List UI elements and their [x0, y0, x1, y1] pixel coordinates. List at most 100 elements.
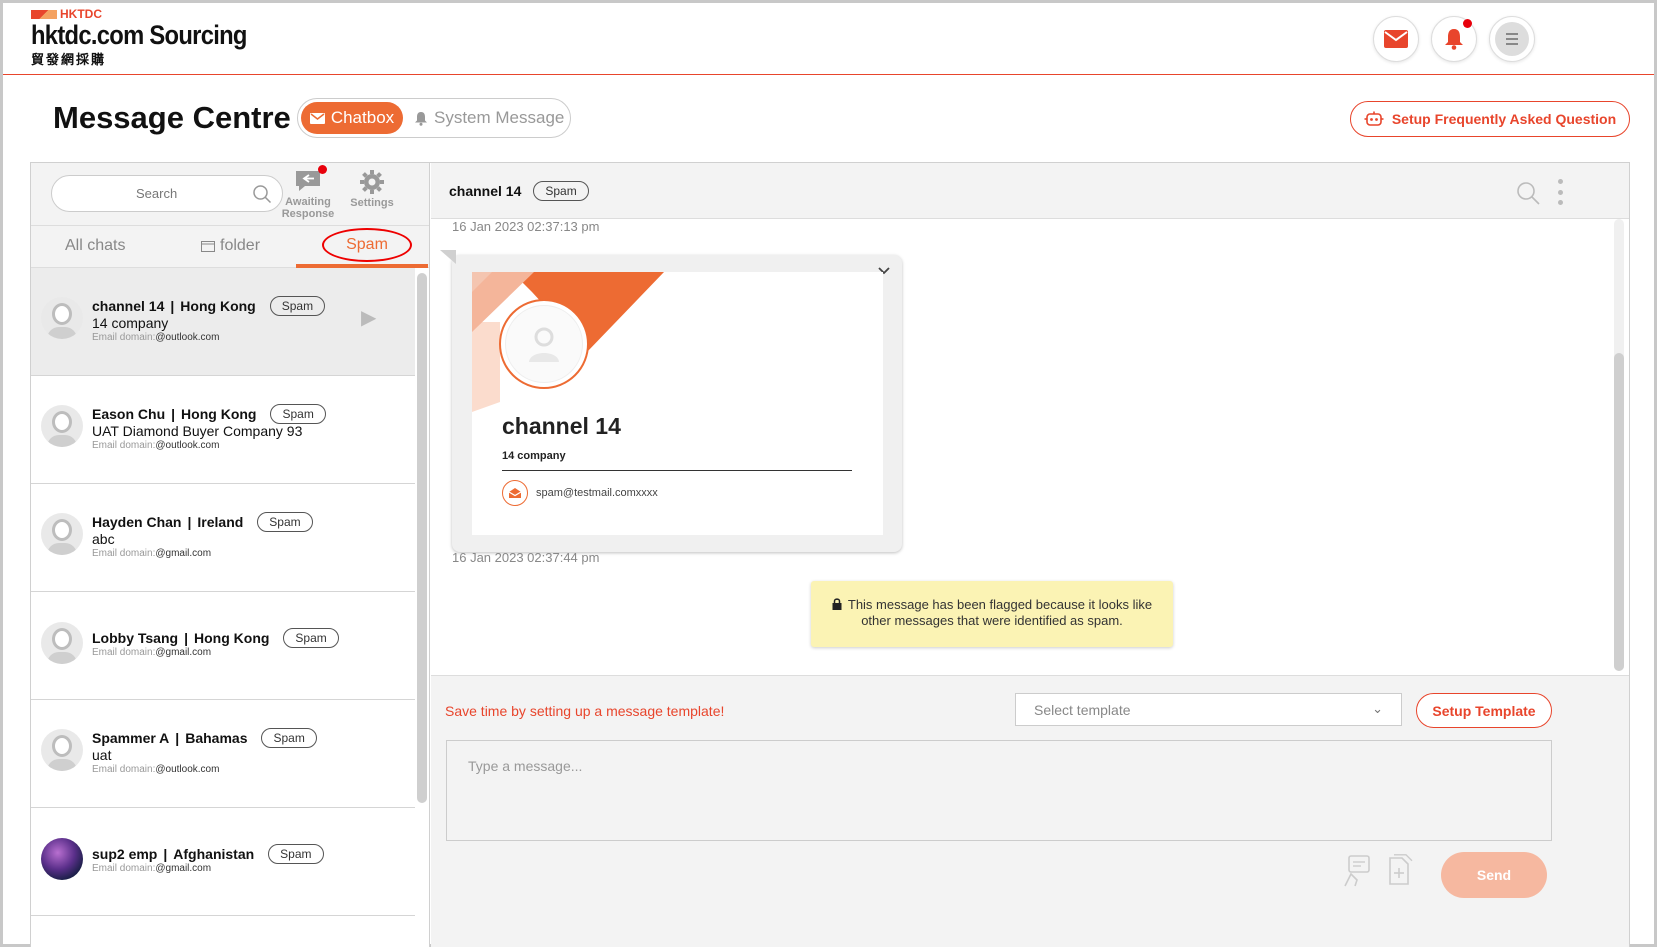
chat-row[interactable]: Eason Chu | Hong Kong Spam UAT Diamond Buye… [31, 376, 415, 484]
card-request-icon[interactable] [1343, 854, 1373, 888]
search-placeholder: Search [136, 186, 178, 201]
brand-name: hktdc.com Sourcing [31, 20, 247, 50]
chat-company: uat [92, 747, 112, 763]
chat-country: Bahamas [185, 730, 248, 746]
user-icon [529, 327, 559, 362]
hamburger-icon [1495, 22, 1529, 56]
chat-company: abc [92, 531, 115, 547]
settings-label: Settings [350, 197, 394, 209]
chat-row[interactable]: sup2 emp | Afghanistan Spam Email domain:@g… [31, 808, 415, 916]
system-message-label: System Message [434, 108, 565, 127]
setup-template-button[interactable]: Setup Template [1416, 693, 1552, 728]
reply-bubble-icon [296, 171, 320, 191]
setup-faq-button[interactable]: Setup Frequently Asked Question [1350, 101, 1630, 137]
search-icon[interactable] [252, 184, 272, 204]
card-name: channel 14 [502, 413, 621, 439]
chat-list: channel 14 | Hong Kong Spam 14 company Emai… [31, 268, 415, 947]
menu-button[interactable] [1489, 16, 1535, 62]
search-input[interactable]: Search [51, 175, 283, 212]
mail-open-icon [502, 480, 528, 506]
tab-all-chats[interactable]: All chats [65, 237, 125, 255]
setup-faq-label: Setup Frequently Asked Question [1391, 111, 1617, 127]
avatar [41, 405, 83, 447]
message-input[interactable]: Type a message... [446, 740, 1552, 841]
chat-name: Spammer A [92, 730, 170, 746]
spam-badge: Spam [257, 512, 313, 532]
chat-row[interactable]: Spammer A | Bahamas Spam uat Email domain:@… [31, 700, 415, 808]
chatbox-label: Chatbox [330, 108, 395, 127]
gear-icon [360, 170, 384, 194]
message-panel: Search Awaiting Response Settings All ch… [30, 162, 1630, 947]
chat-panel: channel 14 Spam 16 Jan 2023 02:37:13 pm [431, 163, 1629, 947]
view-toggle: Chatbox System Message [297, 98, 571, 138]
system-message-toggle[interactable]: System Message [414, 102, 564, 134]
template-select-value: Select template [1034, 702, 1131, 718]
robot-icon [1364, 111, 1384, 126]
chat-list-scrollbar[interactable] [417, 273, 427, 803]
top-header: HKTDC hktdc.com Sourcing 貿發網採購 [3, 3, 1654, 75]
chat-email: Email domain:@outlook.com [92, 440, 220, 451]
chat-name: sup2 emp [92, 846, 158, 862]
message-timestamp: 16 Jan 2023 02:37:44 pm [452, 550, 600, 565]
chat-email: Email domain:@outlook.com [92, 764, 220, 775]
brand-sub: 貿發網採購 [31, 52, 107, 67]
bell-icon [415, 111, 427, 126]
mail-icon [1384, 30, 1408, 48]
spam-badge: Spam [261, 728, 317, 748]
tab-spam-highlight: Spam [322, 228, 412, 262]
chat-company: 14 company [92, 315, 169, 331]
mail-button[interactable] [1373, 16, 1419, 62]
chat-row[interactable]: Lobby Tsang | Hong Kong Spam Email domain:@… [31, 592, 415, 700]
folder-icon [201, 240, 215, 252]
message-composer: Save time by setting up a message templa… [431, 675, 1629, 947]
search-icon[interactable] [1516, 181, 1540, 205]
chat-row[interactable]: Hayden Chan | Ireland Spam abc Email domain… [31, 484, 415, 592]
spam-badge: Spam [268, 844, 324, 864]
tab-spam[interactable]: Spam [296, 226, 428, 268]
tab-spam-label: Spam [346, 236, 388, 253]
chat-country: Ireland [197, 514, 244, 530]
add-file-icon[interactable] [1386, 854, 1416, 888]
more-options-icon[interactable] [1555, 179, 1565, 205]
template-hint: Save time by setting up a message templa… [445, 703, 725, 719]
chat-country: Hong Kong [194, 630, 270, 646]
avatar [41, 729, 83, 771]
chat-email: Email domain:@outlook.com [92, 332, 220, 343]
chat-name: Eason Chu [92, 406, 166, 422]
awaiting-response-button[interactable]: Awaiting Response [281, 165, 335, 220]
settings-button[interactable]: Settings [349, 169, 395, 209]
notification-button[interactable] [1431, 16, 1477, 62]
chat-email: Email domain:@gmail.com [92, 548, 212, 559]
avatar [41, 513, 83, 555]
tab-folder[interactable]: folder [201, 237, 260, 255]
card-company: 14 company [502, 450, 566, 462]
avatar [41, 297, 83, 339]
send-button[interactable]: Send [1441, 852, 1547, 898]
card-avatar [499, 299, 589, 389]
chatbox-toggle[interactable]: Chatbox [301, 102, 403, 134]
chat-header: channel 14 Spam [431, 163, 1629, 219]
chat-title: channel 14 [449, 183, 522, 199]
message-timestamp: 16 Jan 2023 02:37:13 pm [452, 219, 600, 234]
brand-logo[interactable]: HKTDC hktdc.com Sourcing 貿發網採購 [31, 7, 276, 68]
thread-scrollbar[interactable] [1614, 219, 1624, 671]
message-placeholder: Type a message... [468, 758, 583, 774]
chat-name: channel 14 [92, 298, 165, 314]
business-card-message[interactable]: channel 14 14 company spam@testmail.comx… [440, 250, 902, 552]
message-thread: 16 Jan 2023 02:37:13 pm channel 14 14 co… [431, 219, 1629, 675]
chat-company: UAT Diamond Buyer Company 93 [92, 423, 303, 439]
chat-sidebar: Search Awaiting Response Settings All ch… [31, 163, 430, 947]
lock-icon [832, 598, 842, 610]
brand-org: HKTDC [60, 7, 102, 21]
chat-country: Hong Kong [180, 298, 256, 314]
awaiting-dot [318, 165, 327, 174]
chat-row[interactable]: channel 14 | Hong Kong Spam 14 company Emai… [31, 268, 415, 376]
chat-country: Afghanistan [173, 846, 255, 862]
tab-folder-label: folder [220, 237, 261, 254]
hktdc-mark-icon [31, 9, 57, 19]
template-select[interactable]: Select template ⌄ [1015, 693, 1402, 726]
envelope-icon [309, 112, 325, 124]
contact-card: channel 14 14 company spam@testmail.comx… [472, 272, 883, 535]
notification-dot [1463, 19, 1472, 28]
page-title: Message Centre [53, 100, 291, 135]
